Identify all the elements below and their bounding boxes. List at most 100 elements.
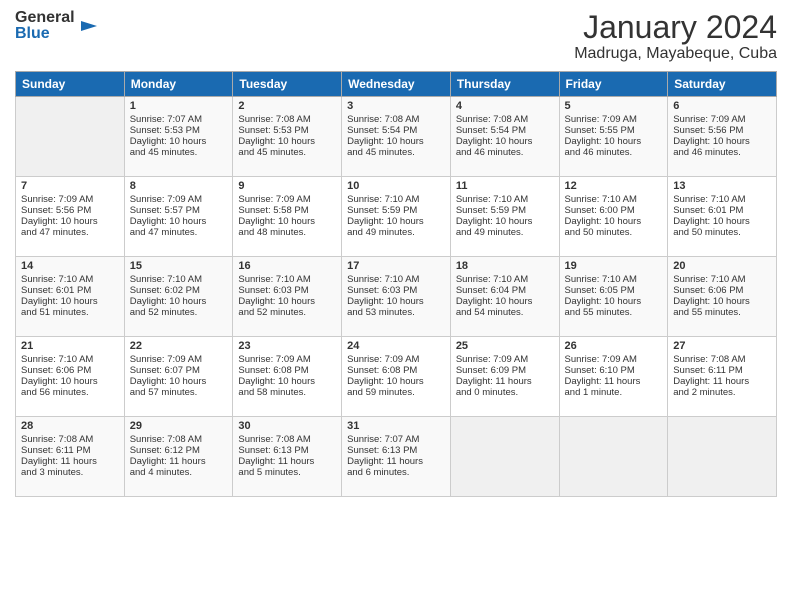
- day-info-line: and 46 minutes.: [673, 147, 771, 158]
- day-number: 20: [673, 260, 771, 272]
- logo-line2: Blue: [15, 26, 75, 42]
- day-number: 4: [456, 100, 554, 112]
- day-info-line: Sunrise: 7:09 AM: [565, 114, 663, 125]
- day-info-line: Daylight: 11 hours: [565, 376, 663, 387]
- day-info-line: Sunset: 6:05 PM: [565, 285, 663, 296]
- day-number: 21: [21, 340, 119, 352]
- day-info-line: and 46 minutes.: [565, 147, 663, 158]
- day-number: 26: [565, 340, 663, 352]
- day-info-line: Daylight: 10 hours: [21, 296, 119, 307]
- month-title: January 2024: [574, 10, 777, 45]
- calendar-cell-w4-d6: [668, 417, 777, 497]
- day-info-line: Sunrise: 7:09 AM: [673, 114, 771, 125]
- day-number: 17: [347, 260, 445, 272]
- day-info-line: Sunrise: 7:10 AM: [347, 274, 445, 285]
- calendar-cell-w3-d2: 23Sunrise: 7:09 AMSunset: 6:08 PMDayligh…: [233, 337, 342, 417]
- calendar-cell-w1-d6: 13Sunrise: 7:10 AMSunset: 6:01 PMDayligh…: [668, 177, 777, 257]
- day-number: 1: [130, 100, 228, 112]
- day-info-line: and 54 minutes.: [456, 307, 554, 318]
- day-info-line: Sunset: 5:58 PM: [238, 205, 336, 216]
- calendar-cell-w4-d3: 31Sunrise: 7:07 AMSunset: 6:13 PMDayligh…: [342, 417, 451, 497]
- logo-line1: General: [15, 10, 75, 26]
- day-info-line: and 55 minutes.: [565, 307, 663, 318]
- day-info-line: Sunrise: 7:10 AM: [673, 274, 771, 285]
- calendar-cell-w2-d0: 14Sunrise: 7:10 AMSunset: 6:01 PMDayligh…: [16, 257, 125, 337]
- calendar-cell-w3-d4: 25Sunrise: 7:09 AMSunset: 6:09 PMDayligh…: [450, 337, 559, 417]
- day-info-line: Sunset: 6:11 PM: [21, 445, 119, 456]
- calendar-cell-w2-d4: 18Sunrise: 7:10 AMSunset: 6:04 PMDayligh…: [450, 257, 559, 337]
- day-number: 3: [347, 100, 445, 112]
- calendar-cell-w0-d1: 1Sunrise: 7:07 AMSunset: 5:53 PMDaylight…: [124, 97, 233, 177]
- day-info-line: Sunset: 6:01 PM: [21, 285, 119, 296]
- calendar-cell-w3-d3: 24Sunrise: 7:09 AMSunset: 6:08 PMDayligh…: [342, 337, 451, 417]
- day-number: 23: [238, 340, 336, 352]
- day-info-line: Daylight: 10 hours: [130, 376, 228, 387]
- day-info-line: Sunset: 6:01 PM: [673, 205, 771, 216]
- day-info-line: Sunset: 6:00 PM: [565, 205, 663, 216]
- calendar-cell-w3-d6: 27Sunrise: 7:08 AMSunset: 6:11 PMDayligh…: [668, 337, 777, 417]
- page-header: General Blue January 2024 Madruga, Mayab…: [15, 10, 777, 63]
- day-info-line: Daylight: 10 hours: [130, 216, 228, 227]
- day-info-line: Daylight: 11 hours: [456, 376, 554, 387]
- day-info-line: Sunset: 6:04 PM: [456, 285, 554, 296]
- day-info-line: Sunrise: 7:08 AM: [347, 114, 445, 125]
- day-info-line: Daylight: 10 hours: [238, 376, 336, 387]
- day-info-line: Sunset: 5:54 PM: [456, 125, 554, 136]
- calendar-cell-w2-d6: 20Sunrise: 7:10 AMSunset: 6:06 PMDayligh…: [668, 257, 777, 337]
- day-number: 18: [456, 260, 554, 272]
- day-info-line: and 49 minutes.: [347, 227, 445, 238]
- day-info-line: and 56 minutes.: [21, 387, 119, 398]
- calendar-header-friday: Friday: [559, 72, 668, 97]
- day-info-line: Sunrise: 7:10 AM: [456, 194, 554, 205]
- day-info-line: Sunrise: 7:10 AM: [130, 274, 228, 285]
- day-info-line: Daylight: 10 hours: [673, 216, 771, 227]
- day-info-line: Sunrise: 7:10 AM: [238, 274, 336, 285]
- day-number: 7: [21, 180, 119, 192]
- title-block: January 2024 Madruga, Mayabeque, Cuba: [574, 10, 777, 63]
- day-info-line: Daylight: 10 hours: [673, 136, 771, 147]
- day-info-line: Daylight: 11 hours: [673, 376, 771, 387]
- calendar-cell-w0-d2: 2Sunrise: 7:08 AMSunset: 5:53 PMDaylight…: [233, 97, 342, 177]
- day-info-line: and 5 minutes.: [238, 467, 336, 478]
- calendar-cell-w1-d0: 7Sunrise: 7:09 AMSunset: 5:56 PMDaylight…: [16, 177, 125, 257]
- calendar-header-monday: Monday: [124, 72, 233, 97]
- day-info-line: Sunrise: 7:07 AM: [347, 434, 445, 445]
- day-info-line: and 50 minutes.: [673, 227, 771, 238]
- day-number: 27: [673, 340, 771, 352]
- day-info-line: Sunrise: 7:08 AM: [21, 434, 119, 445]
- calendar-cell-w0-d0: [16, 97, 125, 177]
- day-info-line: and 46 minutes.: [456, 147, 554, 158]
- day-info-line: Daylight: 10 hours: [673, 296, 771, 307]
- calendar-cell-w3-d5: 26Sunrise: 7:09 AMSunset: 6:10 PMDayligh…: [559, 337, 668, 417]
- day-info-line: Sunrise: 7:08 AM: [238, 434, 336, 445]
- day-info-line: Sunset: 6:02 PM: [130, 285, 228, 296]
- day-info-line: Sunset: 6:06 PM: [21, 365, 119, 376]
- calendar-cell-w0-d4: 4Sunrise: 7:08 AMSunset: 5:54 PMDaylight…: [450, 97, 559, 177]
- calendar-cell-w3-d0: 21Sunrise: 7:10 AMSunset: 6:06 PMDayligh…: [16, 337, 125, 417]
- calendar-header-sunday: Sunday: [16, 72, 125, 97]
- day-info-line: and 59 minutes.: [347, 387, 445, 398]
- calendar-cell-w2-d2: 16Sunrise: 7:10 AMSunset: 6:03 PMDayligh…: [233, 257, 342, 337]
- calendar-cell-w1-d2: 9Sunrise: 7:09 AMSunset: 5:58 PMDaylight…: [233, 177, 342, 257]
- calendar-header-wednesday: Wednesday: [342, 72, 451, 97]
- day-number: 9: [238, 180, 336, 192]
- day-info-line: and 45 minutes.: [130, 147, 228, 158]
- day-number: 10: [347, 180, 445, 192]
- day-number: 11: [456, 180, 554, 192]
- calendar-cell-w0-d5: 5Sunrise: 7:09 AMSunset: 5:55 PMDaylight…: [559, 97, 668, 177]
- day-info-line: Sunset: 6:13 PM: [347, 445, 445, 456]
- day-info-line: Sunset: 6:10 PM: [565, 365, 663, 376]
- day-info-line: Sunrise: 7:10 AM: [347, 194, 445, 205]
- day-info-line: Sunset: 5:56 PM: [21, 205, 119, 216]
- day-info-line: and 53 minutes.: [347, 307, 445, 318]
- day-info-line: Sunrise: 7:07 AM: [130, 114, 228, 125]
- day-info-line: Sunrise: 7:09 AM: [21, 194, 119, 205]
- day-info-line: Daylight: 10 hours: [565, 296, 663, 307]
- day-info-line: Sunrise: 7:08 AM: [456, 114, 554, 125]
- day-info-line: Daylight: 10 hours: [238, 296, 336, 307]
- calendar-cell-w0-d6: 6Sunrise: 7:09 AMSunset: 5:56 PMDaylight…: [668, 97, 777, 177]
- calendar-table: SundayMondayTuesdayWednesdayThursdayFrid…: [15, 71, 777, 497]
- day-info-line: Sunset: 6:07 PM: [130, 365, 228, 376]
- calendar-cell-w2-d1: 15Sunrise: 7:10 AMSunset: 6:02 PMDayligh…: [124, 257, 233, 337]
- day-number: 13: [673, 180, 771, 192]
